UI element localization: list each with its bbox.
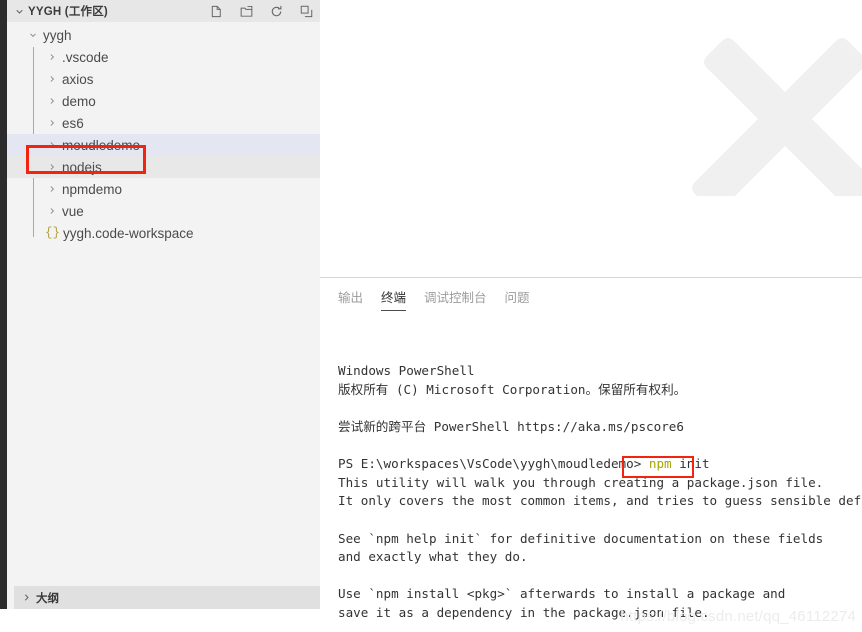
chevron-right-icon[interactable]: [45, 140, 59, 150]
terminal-text-line: It only covers the most common items, an…: [338, 493, 862, 509]
tree-row-label: .vscode: [62, 49, 109, 65]
chevron-right-icon[interactable]: [45, 74, 59, 84]
outline-section-header[interactable]: 大纲: [14, 586, 327, 609]
chevron-down-icon[interactable]: [26, 30, 40, 40]
tree-row-label: demo: [62, 93, 96, 109]
chevron-right-icon[interactable]: [45, 118, 59, 128]
tree-row-label: moudledemo: [62, 137, 141, 153]
outline-label: 大纲: [36, 592, 59, 605]
terminal-prompt-path: PS E:\workspaces\VsCode\yygh\moudledemo>: [338, 456, 649, 472]
chevron-right-icon[interactable]: [45, 52, 59, 62]
tree-row-axios[interactable]: axios: [7, 68, 320, 90]
tree-row-label: nodejs: [62, 159, 102, 175]
bottom-panel: 输出 终端 调试控制台 问题 Windows PowerShell 版权所有 (C) M…: [320, 277, 862, 632]
tree-row-vue[interactable]: vue: [7, 200, 320, 222]
panel-tab-0[interactable]: 输出: [338, 287, 363, 313]
terminal-command-args: init: [671, 456, 710, 472]
terminal-text-line: and exactly what they do.: [338, 549, 528, 565]
tree-row-label: es6: [62, 115, 84, 131]
chevron-right-icon[interactable]: [45, 162, 59, 172]
terminal-output[interactable]: Windows PowerShell 版权所有 (C) Microsoft Cor…: [320, 325, 862, 632]
vscode-x-logo-watermark: [692, 38, 862, 196]
vscode-window: YYGH (工作区) yygh .vscode axios demo es6 m…: [0, 0, 862, 632]
tree-row-npmdemo[interactable]: npmdemo: [7, 178, 320, 200]
terminal-text-line: Windows PowerShell: [338, 363, 475, 379]
new-folder-icon[interactable]: [238, 3, 254, 19]
tree-row-moudledemo[interactable]: moudledemo: [7, 134, 320, 156]
terminal-text-line: 尝试新的跨平台 PowerShell https://aka.ms/pscore…: [338, 418, 684, 434]
workspace-title: YYGH (工作区): [28, 6, 108, 18]
panel-tab-3[interactable]: 问题: [505, 287, 530, 313]
tree-row-label: yygh.code-workspace: [63, 225, 194, 241]
sidebar-title-actions: [208, 0, 314, 22]
tree-row-nodejs[interactable]: nodejs: [7, 156, 320, 178]
empty-editor-area: [320, 0, 862, 277]
chevron-right-icon[interactable]: [45, 96, 59, 106]
tree-row-yygh[interactable]: yygh: [7, 24, 320, 46]
terminal-text-line: Use `npm install <pkg>` afterwards to in…: [338, 586, 786, 602]
sidebar-bottom-filler: [0, 609, 7, 632]
terminal-prompt-line: PS E:\workspaces\VsCode\yygh\moudledemo>…: [338, 455, 862, 474]
tree-row-label: npmdemo: [62, 181, 123, 197]
panel-tab-bar[interactable]: 输出 终端 调试控制台 问题: [320, 278, 862, 313]
chevron-down-icon: [12, 4, 26, 18]
tree-row-yygh-code-workspace[interactable]: {} yygh.code-workspace: [7, 222, 320, 244]
terminal-text-line: This utility will walk you through creat…: [338, 474, 824, 490]
tree-row-label: vue: [62, 203, 84, 219]
panel-tab-1[interactable]: 终端: [381, 287, 407, 313]
tree-row-demo[interactable]: demo: [7, 90, 320, 112]
explorer-sidebar: YYGH (工作区) yygh .vscode axios demo es6 m…: [7, 0, 327, 609]
csdn-watermark: https://blog.csdn.net/qq_46112274: [620, 608, 856, 625]
chevron-right-icon[interactable]: [45, 184, 59, 194]
sidebar-title-bar[interactable]: YYGH (工作区): [7, 0, 320, 22]
explorer-file-tree[interactable]: yygh .vscode axios demo es6 moudledemo nodejs n…: [7, 22, 320, 244]
collapse-all-icon[interactable]: [298, 3, 314, 19]
tree-row-es6[interactable]: es6: [7, 112, 320, 134]
new-file-icon[interactable]: [208, 3, 224, 19]
refresh-icon[interactable]: [268, 3, 284, 19]
tree-row--vscode[interactable]: .vscode: [7, 46, 320, 68]
tree-row-label: yygh: [43, 27, 72, 43]
chevron-right-icon: [19, 591, 33, 605]
json-file-icon: {}: [45, 226, 61, 240]
terminal-text-line: 版权所有 (C) Microsoft Corporation。保留所有权利。: [338, 381, 687, 397]
activity-bar: [0, 0, 7, 609]
tree-row-label: axios: [62, 71, 94, 87]
panel-tab-2[interactable]: 调试控制台: [424, 287, 487, 313]
terminal-text-line: See `npm help init` for definitive docum…: [338, 530, 824, 546]
chevron-right-icon[interactable]: [45, 206, 59, 216]
terminal-command-npm: npm: [648, 456, 672, 472]
